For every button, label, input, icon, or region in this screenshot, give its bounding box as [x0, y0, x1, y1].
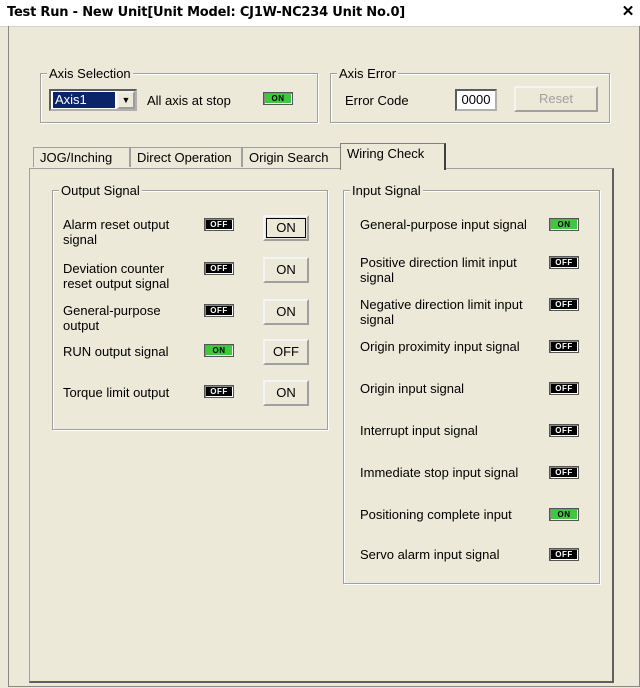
- input-label-interrupt: Interrupt input signal: [360, 423, 478, 438]
- torque-limit-on-button[interactable]: ON: [263, 380, 309, 406]
- input-lamp-negative-limit: OFF: [549, 298, 579, 311]
- input-lamp-interrupt: OFF: [549, 424, 579, 437]
- input-label-positive-limit: Positive direction limit input signal: [360, 255, 517, 285]
- input-label-servo-alarm: Servo alarm input signal: [360, 547, 500, 562]
- axis-error-legend: Axis Error: [337, 66, 399, 81]
- input-label-positioning-complete: Positioning complete input: [360, 507, 512, 522]
- output-lamp-deviation-counter: OFF: [204, 262, 234, 275]
- reset-button[interactable]: Reset: [514, 86, 598, 112]
- chevron-down-icon[interactable]: ▼: [117, 91, 135, 109]
- output-label-alarm-reset: Alarm reset output signal: [63, 217, 170, 247]
- input-label-immediate-stop: Immediate stop input signal: [360, 465, 519, 480]
- axis-selection-legend: Axis Selection: [47, 66, 133, 81]
- tab-origin-search[interactable]: Origin Search: [242, 147, 341, 167]
- input-signal-group: Input Signal General-purpose input signa…: [343, 183, 600, 584]
- output-label-general-purpose: General-purpose output: [63, 303, 161, 333]
- axis-select-combo[interactable]: Axis1 ▼: [49, 89, 137, 111]
- axis-error-group: Axis Error Error Code 0000 Reset: [330, 66, 610, 123]
- output-label-deviation-counter: Deviation counter reset output signal: [63, 261, 170, 291]
- output-lamp-run: ON: [204, 344, 234, 357]
- deviation-counter-on-button[interactable]: ON: [263, 257, 309, 283]
- output-lamp-alarm-reset: OFF: [204, 218, 234, 231]
- input-lamp-origin-proximity: OFF: [549, 340, 579, 353]
- input-lamp-positioning-complete: ON: [549, 508, 579, 521]
- input-label-origin: Origin input signal: [360, 381, 465, 396]
- axis-selection-group: Axis Selection Axis1 ▼ All axis at stop …: [40, 66, 318, 123]
- error-code-field: 0000: [455, 89, 497, 111]
- window-title: Test Run - New Unit[Unit Model: CJ1W-NC2…: [7, 5, 406, 20]
- title-bar: Test Run - New Unit[Unit Model: CJ1W-NC2…: [0, 0, 640, 27]
- input-lamp-positive-limit: OFF: [549, 256, 579, 269]
- output-label-run: RUN output signal: [63, 344, 169, 359]
- input-label-negative-limit: Negative direction limit input signal: [360, 297, 523, 327]
- input-lamp-origin: OFF: [549, 382, 579, 395]
- run-off-button[interactable]: OFF: [263, 339, 309, 365]
- output-signal-group: Output Signal Alarm reset output signal …: [52, 183, 328, 430]
- input-lamp-general-purpose: ON: [549, 218, 579, 231]
- tab-jog-inching[interactable]: JOG/Inching: [33, 147, 130, 167]
- input-lamp-servo-alarm: OFF: [549, 548, 579, 561]
- all-axis-stop-label: All axis at stop: [147, 93, 231, 108]
- close-icon[interactable]: ✕: [620, 4, 636, 20]
- axis-select-value: Axis1: [53, 92, 115, 108]
- output-label-torque-limit: Torque limit output: [63, 385, 170, 400]
- general-purpose-on-button[interactable]: ON: [263, 299, 309, 325]
- alarm-reset-on-button[interactable]: ON: [263, 215, 309, 241]
- output-lamp-general-purpose: OFF: [204, 304, 234, 317]
- output-signal-legend: Output Signal: [59, 183, 142, 198]
- input-label-origin-proximity: Origin proximity input signal: [360, 339, 520, 354]
- input-lamp-immediate-stop: OFF: [549, 466, 579, 479]
- all-axis-stop-lamp: ON: [263, 92, 293, 105]
- error-code-label: Error Code: [345, 93, 409, 108]
- tab-direct-operation[interactable]: Direct Operation: [130, 147, 242, 167]
- tab-wiring-check[interactable]: Wiring Check: [340, 143, 446, 170]
- input-label-general-purpose: General-purpose input signal: [360, 217, 527, 232]
- input-signal-legend: Input Signal: [350, 183, 423, 198]
- output-lamp-torque-limit: OFF: [204, 385, 234, 398]
